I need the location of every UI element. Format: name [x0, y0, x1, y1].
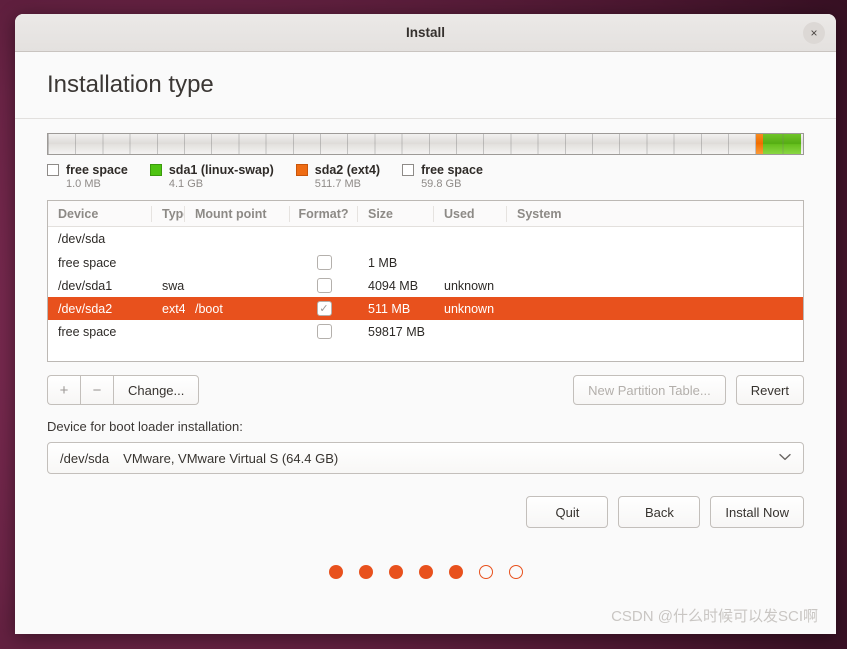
cell-format [290, 324, 358, 339]
back-button[interactable]: Back [618, 496, 701, 528]
column-header-type: Type [152, 205, 185, 222]
checkbox-empty-icon [402, 164, 415, 176]
partition-segment-2 [756, 134, 763, 154]
device-name: /dev/sda [58, 232, 106, 246]
cell-size: 511 MB [368, 301, 411, 316]
partition-segment-0 [801, 134, 803, 154]
progress-dot-2[interactable] [358, 565, 373, 579]
cell-used: unknown [444, 301, 495, 316]
legend-item-1: sda1 (linux-swap) 4.1 GB [149, 163, 274, 190]
close-icon[interactable]: × [803, 21, 825, 44]
cell-device: free space [58, 255, 117, 270]
legend-item-2: sda2 (ext4) 511.7 MB [295, 163, 381, 190]
format-checkbox[interactable] [316, 278, 332, 293]
cell-device: /dev/sda1 [58, 278, 113, 293]
legend-size: 4.1 GB [168, 178, 204, 190]
remove-partition-button[interactable]: − [80, 375, 113, 405]
legend-size: 511.7 MB [314, 178, 362, 190]
legend-label: sda2 (ext4) [314, 163, 381, 177]
install-now-button[interactable]: Install Now [710, 496, 804, 528]
column-header-system: System [517, 206, 562, 221]
cell-mount: /boot [195, 301, 223, 316]
partition-segment-1 [762, 134, 802, 154]
bootloader-device-path: /dev/sda [60, 450, 110, 466]
legend-item-3: free space 59.8 GB [402, 163, 483, 190]
window-titlebar: Install × [15, 14, 836, 52]
table-row[interactable]: /dev/sda2 ext4/boot ✓ 511 MB unknown [48, 297, 803, 320]
change-partition-button[interactable]: Change... [113, 375, 200, 405]
format-checkbox[interactable] [316, 255, 332, 270]
column-header-format: Format? [290, 205, 358, 222]
partition-segment-3 [48, 134, 757, 154]
format-checkbox[interactable] [316, 324, 332, 339]
column-header-mount-point: Mount point [185, 205, 290, 222]
partition-edit-button-group: + − Change... [47, 375, 200, 405]
cell-type: ext4 [162, 301, 185, 316]
chevron-down-icon [779, 452, 791, 464]
cell-size: 4094 MB [368, 278, 419, 293]
progress-dot-7[interactable] [508, 565, 523, 579]
table-row[interactable]: free space 59817 MB [48, 320, 803, 343]
add-partition-button[interactable]: + [47, 375, 80, 405]
progress-dot-5[interactable] [448, 565, 463, 579]
column-header-size: Size [358, 205, 434, 222]
cell-size: 59817 MB [368, 324, 425, 339]
column-header-used: Used [434, 205, 507, 222]
cell-format [290, 255, 358, 270]
table-body: free space 1 MB/dev/sda1 swap 4094 MB unknow… [48, 251, 803, 343]
revert-button[interactable]: Revert [735, 375, 804, 405]
cell-size: 1 MB [368, 255, 398, 270]
color-swatch-green-icon [149, 164, 162, 176]
partition-table[interactable]: Device Type Mount point Format? Size Use… [47, 200, 804, 362]
legend-label: free space [66, 163, 128, 177]
partition-legend: free space 1.0 MB sda1 (linux-swap) 4.1 GB s… [47, 163, 804, 190]
table-header-row: Device Type Mount point Format? Size Use… [48, 201, 803, 227]
wizard-actions: Quit Back Install Now [47, 496, 804, 528]
table-device-row: /dev/sda [48, 227, 803, 251]
cell-format: ✓ [290, 301, 358, 316]
partition-bar [47, 133, 804, 155]
progress-dot-3[interactable] [388, 565, 403, 579]
legend-label: free space [421, 163, 483, 177]
progress-dots [47, 565, 804, 579]
table-row[interactable]: /dev/sda1 swap 4094 MB unknown [48, 274, 803, 297]
installation-type-content: free space 1.0 MB sda1 (linux-swap) 4.1 GB s… [15, 119, 836, 634]
color-swatch-orange-icon [295, 164, 308, 176]
table-row[interactable]: free space 1 MB [48, 251, 803, 274]
format-checkbox-checked[interactable]: ✓ [316, 301, 332, 316]
partition-toolbar: + − Change... New Partition Table... Rev… [47, 375, 804, 405]
page-heading-area: Installation type [15, 52, 836, 119]
install-window: Install × Installation type free space 1.… [15, 14, 836, 634]
progress-dot-1[interactable] [328, 565, 343, 579]
legend-item-0: free space 1.0 MB [47, 163, 128, 190]
bootloader-label: Device for boot loader installation: [47, 419, 243, 434]
legend-label: sda1 (linux-swap) [168, 163, 274, 177]
progress-dot-4[interactable] [418, 565, 433, 579]
cell-device: free space [58, 324, 117, 339]
cell-device: /dev/sda2 [58, 301, 113, 316]
bootloader-device-description: VMware, VMware Virtual S (64.4 GB) [123, 450, 339, 466]
cell-format [290, 278, 358, 293]
cell-type: swap [162, 278, 185, 293]
progress-dot-6[interactable] [478, 565, 493, 579]
cell-used: unknown [444, 278, 495, 293]
quit-button[interactable]: Quit [526, 496, 609, 528]
checkbox-empty-icon [47, 164, 59, 176]
new-partition-table-button[interactable]: New Partition Table... [573, 375, 726, 405]
window-title: Install [405, 25, 445, 40]
legend-size: 1.0 MB [66, 178, 101, 190]
watermark-text: CSDN @什么时候可以发SCI啊 [611, 608, 818, 625]
column-header-device: Device [48, 205, 152, 222]
partition-table-actions: New Partition Table... Revert [573, 375, 804, 405]
bootloader-device-select[interactable]: /dev/sda VMware, VMware Virtual S (64.4 … [47, 442, 804, 474]
legend-size: 59.8 GB [421, 178, 462, 190]
page-title: Installation type [47, 71, 214, 98]
